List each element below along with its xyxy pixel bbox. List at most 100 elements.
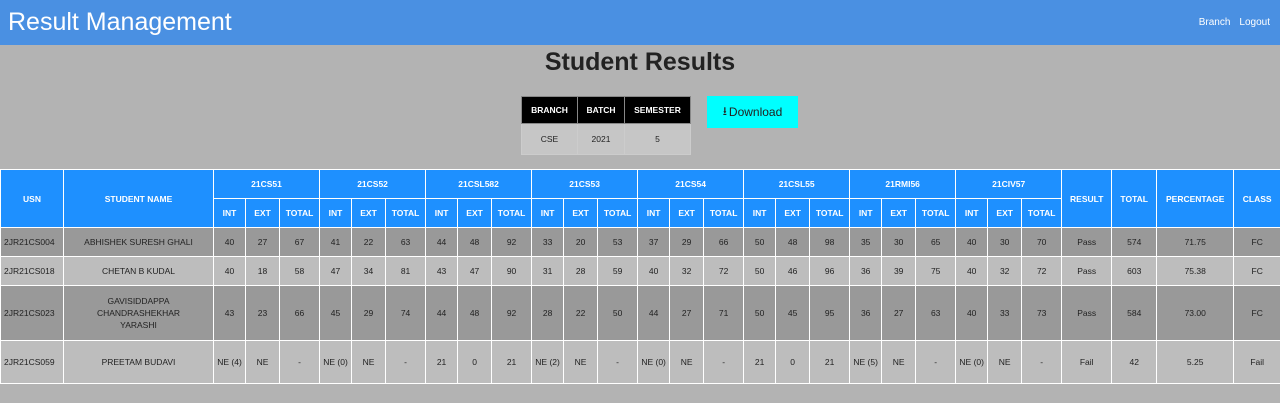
- nav-links: Branch Logout: [1199, 17, 1272, 28]
- cell-mark: 40: [637, 256, 671, 286]
- cell-mark: 44: [425, 227, 459, 257]
- col-subheader-ext: EXT: [351, 198, 387, 228]
- cell-mark: 72: [703, 256, 745, 286]
- cell-mark: -: [915, 340, 957, 384]
- cell-mark: NE (0): [637, 340, 671, 384]
- cell-mark: 98: [809, 227, 851, 257]
- cell-mark: 48: [775, 227, 811, 257]
- col-subheader-ext: EXT: [987, 198, 1023, 228]
- cell-mark: 44: [637, 285, 671, 341]
- cell-mark: 34: [351, 256, 387, 286]
- info-header-batch: BATCH: [577, 96, 625, 124]
- col-subheader-total: TOTAL: [491, 198, 533, 228]
- cell-mark: 40: [213, 256, 246, 286]
- cell-mark: NE (4): [213, 340, 246, 384]
- cell-mark: 45: [775, 285, 811, 341]
- cell-class: FC: [1233, 285, 1280, 341]
- cell-mark: 48: [457, 227, 493, 257]
- cell-result: Pass: [1061, 227, 1113, 257]
- col-header-class: CLASS: [1233, 169, 1280, 228]
- col-header-subject: 21RMI56: [849, 169, 957, 199]
- col-subheader-int: INT: [425, 198, 459, 228]
- cell-mark: 21: [425, 340, 459, 384]
- cell-mark: 58: [278, 256, 321, 286]
- col-subheader-ext: EXT: [457, 198, 493, 228]
- cell-mark: -: [1021, 340, 1063, 384]
- info-value-batch: 2021: [577, 123, 625, 155]
- cell-usn: 2JR21CS023: [0, 285, 64, 341]
- cell-mark: 40: [955, 256, 989, 286]
- col-subheader-total: TOTAL: [385, 198, 427, 228]
- cell-mark: 45: [319, 285, 353, 341]
- cell-mark: NE: [881, 340, 917, 384]
- cell-mark: NE (0): [955, 340, 989, 384]
- col-header-subject: 21CS54: [637, 169, 745, 199]
- cell-mark: 33: [987, 285, 1023, 341]
- cell-mark: 46: [775, 256, 811, 286]
- info-header-semester: SEMESTER: [624, 96, 691, 124]
- cell-mark: 71: [703, 285, 745, 341]
- info-value-semester: 5: [624, 123, 691, 155]
- cell-mark: 90: [491, 256, 533, 286]
- cell-mark: 59: [597, 256, 639, 286]
- download-label: Download: [728, 105, 783, 119]
- table-row: 2JR21CS059 PREETAM BUDAVI NE (4) NE - NE (0) N…: [0, 340, 1280, 384]
- col-subheader-ext: EXT: [775, 198, 811, 228]
- download-button[interactable]: ⭳ Download: [707, 96, 798, 128]
- col-header-total: TOTAL: [1111, 169, 1158, 228]
- cell-class: Fail: [1233, 340, 1280, 384]
- nav-link-branch[interactable]: Branch: [1199, 17, 1231, 28]
- app-title: Result Management: [8, 8, 232, 36]
- cell-mark: 50: [743, 256, 777, 286]
- col-subheader-int: INT: [955, 198, 989, 228]
- info-section: BRANCH BATCH SEMESTER CSE 2021 5 ⭳ Downl…: [0, 83, 1280, 169]
- cell-mark: 70: [1021, 227, 1063, 257]
- cell-class: FC: [1233, 256, 1280, 286]
- cell-mark: 35: [849, 227, 883, 257]
- cell-result: Pass: [1061, 285, 1113, 341]
- cell-mark: -: [703, 340, 745, 384]
- col-header-subject: 21CSL582: [425, 169, 533, 199]
- cell-mark: -: [385, 340, 427, 384]
- col-subheader-int: INT: [531, 198, 565, 228]
- col-header-usn: USN: [0, 169, 64, 228]
- cell-mark: 22: [351, 227, 387, 257]
- col-subheader-ext: EXT: [881, 198, 917, 228]
- cell-mark: 29: [669, 227, 705, 257]
- cell-mark: 33: [531, 227, 565, 257]
- cell-usn: 2JR21CS004: [0, 227, 64, 257]
- cell-percentage: 75.38: [1156, 256, 1235, 286]
- cell-mark: 63: [915, 285, 957, 341]
- nav-link-logout[interactable]: Logout: [1239, 17, 1270, 28]
- cell-mark: 21: [809, 340, 851, 384]
- cell-mark: NE: [669, 340, 705, 384]
- col-subheader-int: INT: [637, 198, 671, 228]
- col-subheader-total: TOTAL: [1021, 198, 1063, 228]
- cell-total: 584: [1111, 285, 1158, 341]
- col-subheader-int: INT: [743, 198, 777, 228]
- cell-mark: 29: [351, 285, 387, 341]
- cell-mark: 95: [809, 285, 851, 341]
- col-subheader-int: INT: [213, 198, 246, 228]
- col-header-subject: 21CS52: [319, 169, 427, 199]
- cell-mark: 30: [987, 227, 1023, 257]
- col-header-subject: 21CIV57: [955, 169, 1063, 199]
- cell-mark: 63: [385, 227, 427, 257]
- download-arrow-icon: ⭳: [722, 103, 727, 118]
- cell-mark: 74: [385, 285, 427, 341]
- table-row: 2JR21CS023 GAVISIDDAPPA CHANDRASHEKHAR YA…: [0, 285, 1280, 341]
- col-subheader-total: TOTAL: [809, 198, 851, 228]
- cell-mark: -: [597, 340, 639, 384]
- cell-mark: 27: [669, 285, 705, 341]
- cell-mark: 92: [491, 227, 533, 257]
- cell-mark: 47: [319, 256, 353, 286]
- cell-student-name: ABHISHEK SURESH GHALI: [63, 227, 214, 257]
- col-header-result: RESULT: [1061, 169, 1113, 228]
- cell-mark: 36: [849, 256, 883, 286]
- results-table: USN STUDENT NAME 21CS51 21CS52 21CSL582 21CS5…: [0, 169, 1280, 384]
- cell-result: Fail: [1061, 340, 1113, 384]
- cell-mark: 21: [743, 340, 777, 384]
- col-subheader-total: TOTAL: [915, 198, 957, 228]
- cell-mark: 53: [597, 227, 639, 257]
- cell-mark: -: [278, 340, 321, 384]
